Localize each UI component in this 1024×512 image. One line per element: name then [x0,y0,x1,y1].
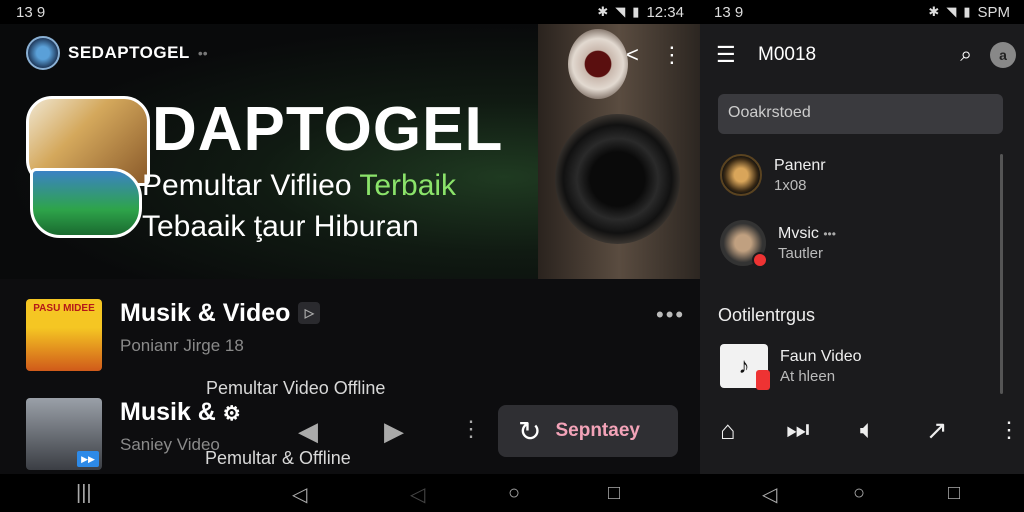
wifi-icon: ◥ [946,4,957,19]
wifi-icon: ◥ [615,4,626,19]
contact-name: Mvsic [778,224,819,242]
status-time-left: 13 9 [16,3,46,21]
channel-header[interactable]: SEDAPTOGEL •• [26,36,208,70]
main-pane: SEDAPTOGEL •• < ⋮ DAPTOGEL Pemultar Vifl… [0,24,700,474]
side-panel-title: M0018 [758,44,817,65]
channel-name[interactable]: SEDAPTOGEL [68,43,190,63]
item-title: Musik & Video [120,299,291,327]
section-title: Ootilentrgus [718,305,816,325]
bottom-toolbar: ⌂ ⏭ 🔈︎ ↗ ⋮ [720,414,1020,446]
overlay-text-2: Pemultar & Offline [205,448,351,468]
hero-title: DAPTOGEL [152,95,504,164]
media-meta: At hleen [780,367,836,385]
overview-icon[interactable]: □ [608,482,620,505]
action-pill-label: Sepntaey [555,420,640,441]
status-clock-right: SPM [977,3,1010,21]
scrollbar[interactable] [1000,154,1003,394]
contact-avatar [720,154,762,196]
more-vertical-icon[interactable]: ⋮ [661,42,683,68]
camera-lens-top [568,29,628,99]
action-pill-button[interactable]: ↻ Sepntaey [498,405,678,457]
skip-icon[interactable]: ⏭ [786,414,809,446]
play-badge-icon: ▶▶ [77,451,99,467]
more-horizontal-icon[interactable]: ••• [656,302,685,328]
search-icon[interactable]: ⌕ [960,43,972,67]
contact-item[interactable]: Mvsic ••• Tautler [720,220,836,268]
battery-icon: ▮ [632,4,640,19]
settings-icon[interactable]: ⚙ [223,403,241,425]
overview-icon[interactable]: □ [948,482,960,505]
overlay-text: Pemultar Video Offline [206,378,386,398]
bluetooth-icon: ✱ [597,4,609,19]
contact-meta: Tautler [778,244,824,262]
camera-lens [555,114,680,244]
profile-avatar[interactable]: a [990,42,1016,68]
menu-icon[interactable]: ☰ [716,42,758,68]
more-vertical-icon[interactable]: ⋮ [998,417,1020,443]
music-note-icon: ♪ [720,344,770,390]
contact-item[interactable]: Panenr 1x08 [720,154,826,196]
status-bar-right: 13 9 ✱ ◥ ▮ SPM [700,0,1024,24]
hero-subtitle-accent: Terbaik [359,169,457,202]
hero-tagline: Tebaaik ţaur Hiburan [142,210,419,243]
home-nav-icon[interactable]: ○ [508,482,520,505]
contact-dots: ••• [823,226,836,241]
hero-actions: < ⋮ [626,42,683,68]
channel-avatar[interactable] [26,36,60,70]
status-bar-left: 13 9 ✱ ◥ ▮ 12:34 [0,0,700,24]
refresh-icon: ↻ [518,415,542,447]
bluetooth-icon: ✱ [928,4,940,19]
navigation-bar: ||| ◁ ◁ ○ □ ◁ ○ □ [0,474,1024,512]
side-panel-header: ☰ M0018 ⌕ a [716,42,1016,68]
contact-name: Panenr [774,156,826,174]
status-time: 12:34 [646,3,684,21]
item-title: Musik & [120,398,223,426]
volume-icon[interactable]: 🔈︎ [860,414,876,446]
battery-icon: ▮ [963,4,971,19]
recents-icon[interactable]: ||| [76,482,92,505]
hero-subtitle: Pemultar Viflieo Terbaik [142,169,457,202]
app-logo [26,96,152,246]
back-icon-faded[interactable]: ◁ [410,482,425,507]
item-thumbnail[interactable]: PASU MIDEE [26,299,102,371]
home-nav-icon[interactable]: ○ [853,482,865,505]
back-icon[interactable]: ◁ [762,482,777,507]
channel-dots: •• [197,45,208,61]
media-name: Faun Video [780,347,862,365]
contact-meta: 1x08 [774,176,807,194]
hero-banner: SEDAPTOGEL •• < ⋮ DAPTOGEL Pemultar Vifl… [0,24,700,279]
play-tag-icon[interactable]: ▷ [298,302,321,324]
back-icon[interactable]: ◁ [292,482,307,507]
more-vertical-icon[interactable]: ⋮ [460,416,482,442]
previous-icon[interactable]: ◀ [298,416,318,447]
share-icon[interactable]: < [626,42,639,68]
side-panel: ☰ M0018 ⌕ a Ooakrstoed Panenr 1x08 Mvsic… [700,24,1024,474]
item-subtitle: Ponianr Jirge 18 [120,336,244,355]
status-time-right: 13 9 [714,3,744,21]
list-item[interactable]: PASU MIDEE Musik & Video ▷ Ponianr Jirge … [26,299,321,371]
media-item[interactable]: ♪ Faun Video At hleen [720,344,862,390]
item-thumbnail[interactable]: ▶▶ [26,398,102,470]
next-icon[interactable]: ▶ [384,416,404,447]
search-field[interactable]: Ooakrstoed [718,94,1003,134]
home-icon[interactable]: ⌂ [720,415,736,446]
contact-avatar [720,220,768,268]
share-arrow-icon[interactable]: ↗ [926,415,948,446]
